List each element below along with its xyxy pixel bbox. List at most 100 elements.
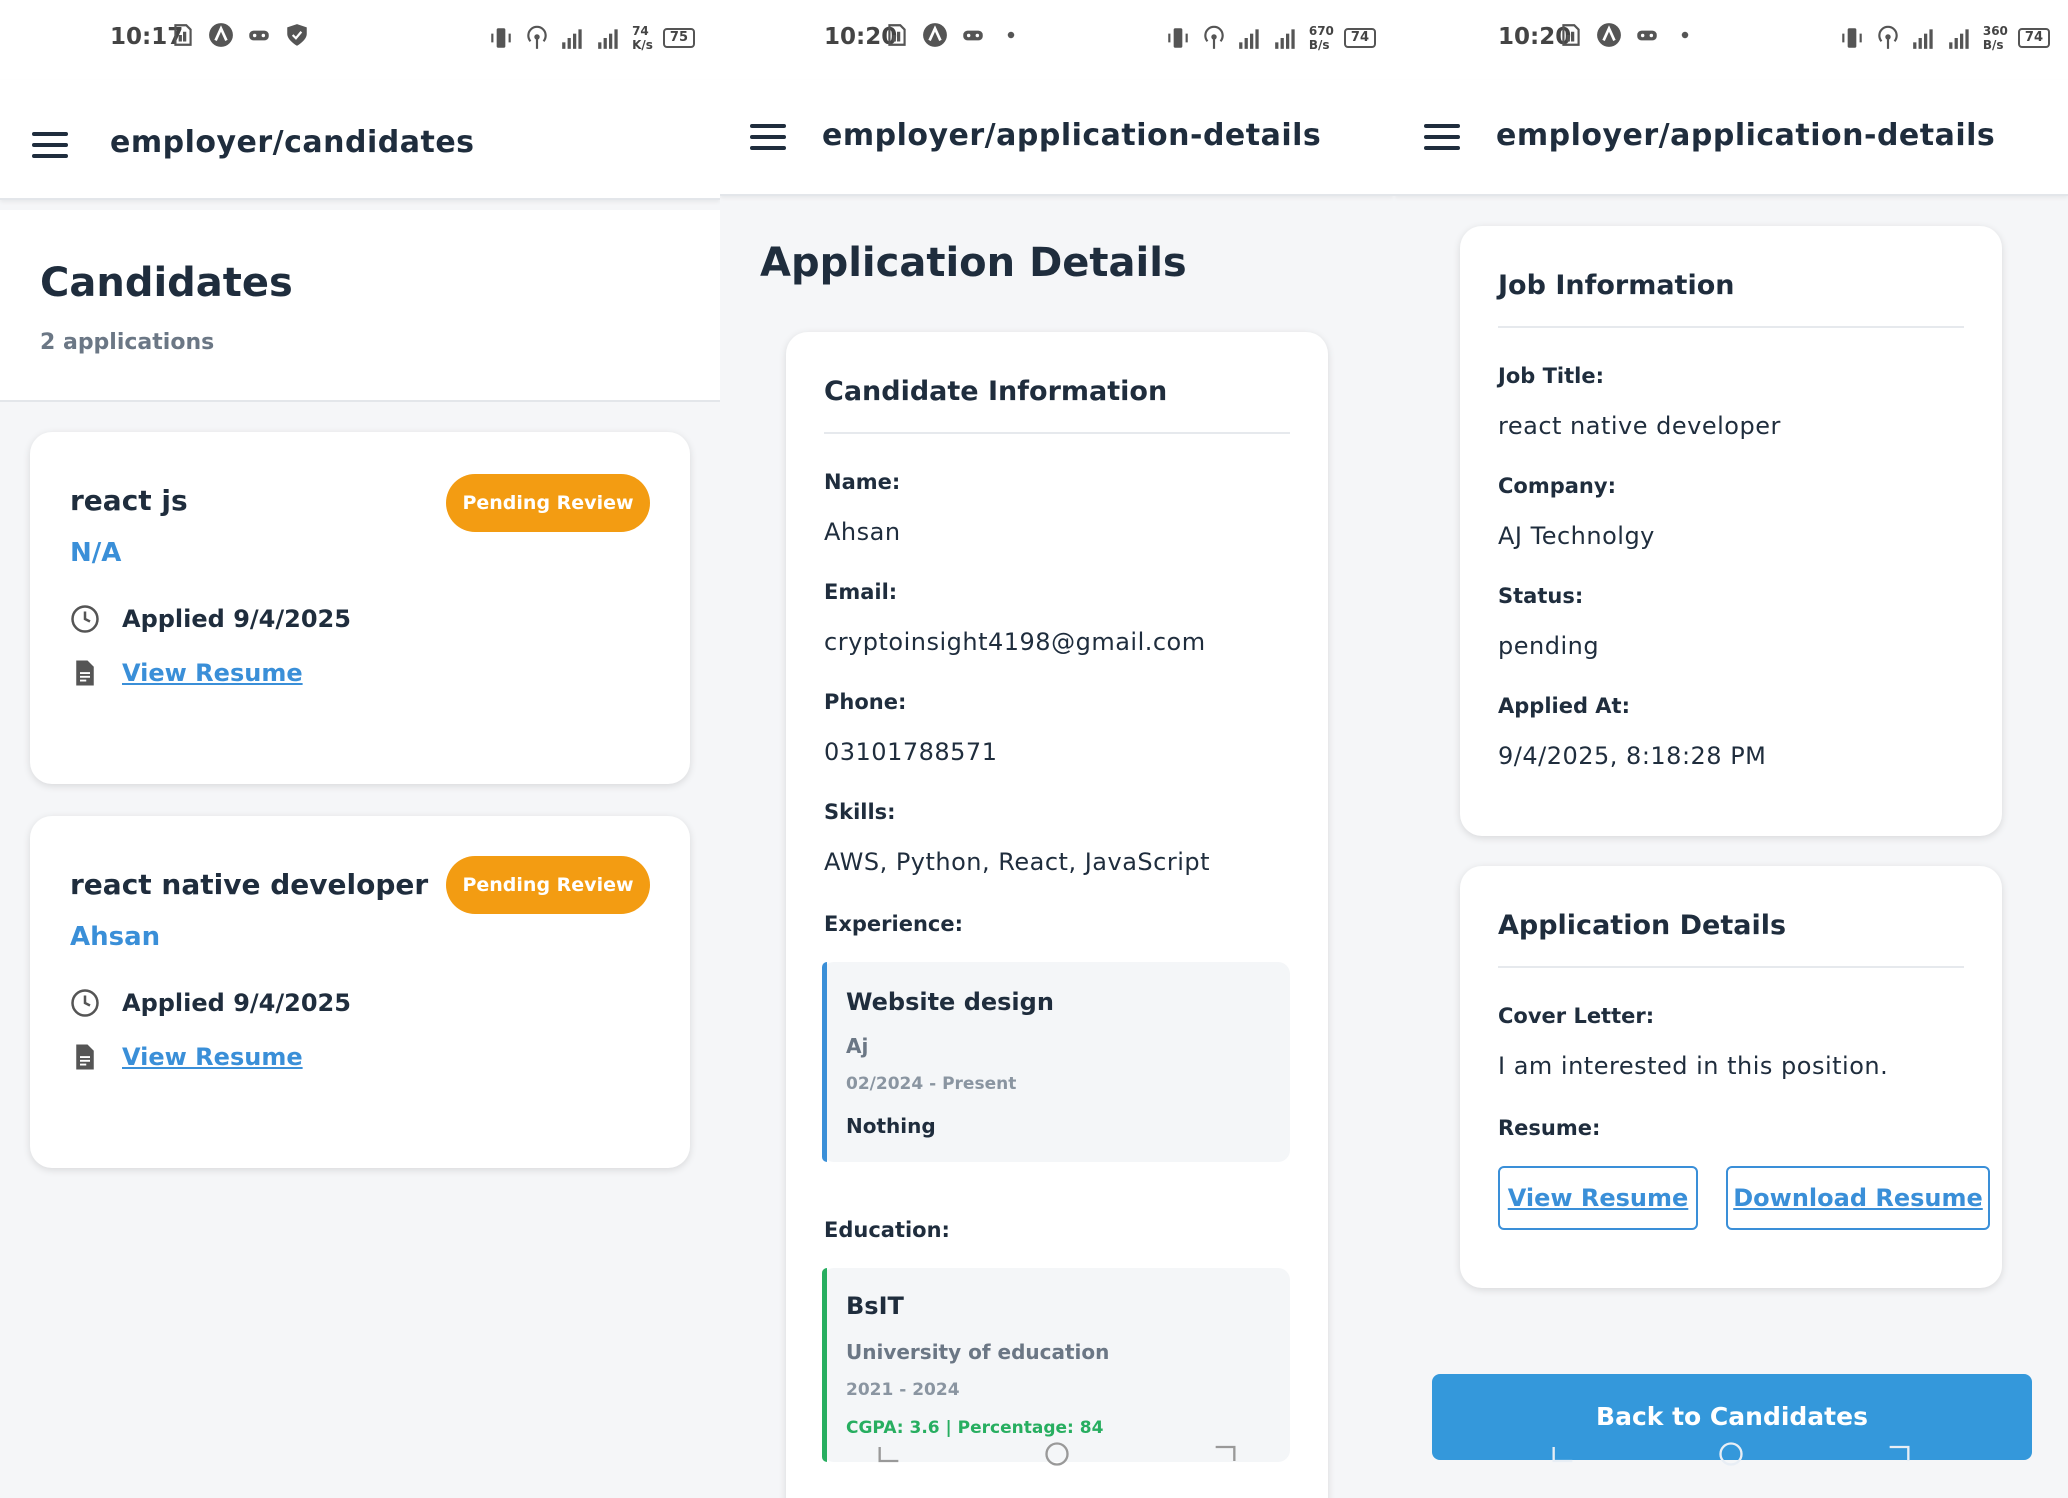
candidate-card[interactable]: react js Pending Review N/A Applied 9/4/… xyxy=(30,432,690,784)
signal-icon xyxy=(1913,29,1933,49)
hotspot-icon xyxy=(1204,25,1224,49)
document-icon xyxy=(76,660,94,686)
experience-label: Experience: xyxy=(824,912,964,936)
view-resume-button[interactable]: View Resume xyxy=(1498,1166,1698,1230)
education-item: BsIT University of education 2021 - 2024… xyxy=(822,1268,1290,1462)
menu-icon[interactable] xyxy=(750,124,786,150)
dot-icon xyxy=(1681,31,1689,39)
home-icon[interactable] xyxy=(1043,1440,1071,1468)
system-nav-bar xyxy=(720,1440,1394,1468)
candidates-header: Candidates 2 applications xyxy=(0,210,720,402)
status-left-icons xyxy=(1558,22,1698,48)
education-years: 2021 - 2024 xyxy=(846,1380,960,1400)
status-bar: 10:20 360 B/s 74 xyxy=(1394,0,2068,80)
applied-row: Applied 9/4/2025 xyxy=(70,988,351,1018)
applied-at-value: 9/4/2025, 8:18:28 PM xyxy=(1498,742,1767,770)
skills-value: AWS, Python, React, JavaScript xyxy=(824,848,1211,876)
company-value: AJ Technolgy xyxy=(1498,522,1655,550)
app-icon xyxy=(209,23,233,47)
hotspot-icon xyxy=(527,25,547,49)
status-value: pending xyxy=(1498,632,1600,660)
view-resume-link[interactable]: View Resume xyxy=(122,1043,303,1071)
applied-row: Applied 9/4/2025 xyxy=(70,604,351,634)
menu-icon[interactable] xyxy=(1424,124,1460,150)
name-value: Ahsan xyxy=(824,518,901,546)
phone-label: Phone: xyxy=(824,690,907,714)
status-bar: 10:17 74 K/s 75 xyxy=(0,0,720,80)
route-title: employer/application-details xyxy=(1496,118,1996,153)
candidate-card[interactable]: react native developer Pending Review Ah… xyxy=(30,816,690,1168)
status-right-icons: 74 K/s 75 xyxy=(488,24,695,52)
status-right-icons: 360 B/s 74 xyxy=(1839,24,2050,52)
divider xyxy=(824,432,1290,434)
divider xyxy=(1498,966,1964,968)
cover-letter-value: I am interested in this position. xyxy=(1498,1052,1889,1080)
status-left-icons xyxy=(884,22,1024,48)
signal-icon xyxy=(562,29,582,49)
section-title: Candidate Information xyxy=(824,376,1168,407)
download-resume-button[interactable]: Download Resume xyxy=(1726,1166,1990,1230)
network-speed: 360 B/s xyxy=(1982,24,2008,52)
app-icon xyxy=(923,23,947,47)
sim-icon xyxy=(1562,24,1580,46)
email-label: Email: xyxy=(824,580,898,604)
status-label: Status: xyxy=(1498,584,1584,608)
page-title: Application Details xyxy=(760,240,1187,286)
sim-icon xyxy=(174,24,192,46)
home-icon[interactable] xyxy=(1717,1440,1745,1468)
signal-icon xyxy=(1239,29,1259,49)
back-icon[interactable] xyxy=(1885,1440,1913,1468)
app-header: employer/candidates xyxy=(0,80,720,200)
phone-value: 03101788571 xyxy=(824,738,998,766)
job-title-label: Job Title: xyxy=(1498,364,1604,388)
job-title-value: react native developer xyxy=(1498,412,1781,440)
app-header: employer/application-details xyxy=(720,80,1394,196)
view-resume-link[interactable]: View Resume xyxy=(122,659,303,687)
signal-icon xyxy=(1949,29,1969,49)
back-icon[interactable] xyxy=(1211,1440,1239,1468)
game-icon xyxy=(963,30,983,41)
battery-icon: 74 xyxy=(1343,28,1376,48)
app-header: employer/application-details xyxy=(1394,80,2068,196)
game-icon xyxy=(1637,30,1657,41)
education-school: University of education xyxy=(846,1340,1110,1364)
recents-icon[interactable] xyxy=(1549,1440,1577,1468)
name-label: Name: xyxy=(824,470,901,494)
status-badge: Pending Review xyxy=(446,474,650,532)
company-label: Company: xyxy=(1498,474,1616,498)
dot-icon xyxy=(1007,31,1015,39)
education-degree: BsIT xyxy=(846,1292,904,1320)
experience-desc: Nothing xyxy=(846,1114,936,1138)
candidate-name: Ahsan xyxy=(70,922,161,952)
candidates-screen: 10:17 74 K/s 75 employer/candidates Cand… xyxy=(0,0,720,1498)
document-icon xyxy=(76,1044,94,1070)
experience-company: Aj xyxy=(846,1034,869,1058)
recents-icon[interactable] xyxy=(875,1440,903,1468)
section-title: Job Information xyxy=(1498,270,1735,301)
section-title: Application Details xyxy=(1498,910,1787,941)
menu-icon[interactable] xyxy=(32,132,68,158)
candidate-info-card: Candidate Information Name: Ahsan Email:… xyxy=(786,332,1328,1498)
experience-item: Website design Aj 02/2024 - Present Noth… xyxy=(822,962,1290,1162)
applied-date: Applied 9/4/2025 xyxy=(122,989,351,1017)
application-details-screen-scrolled: 10:20 360 B/s 74 employer/application-de… xyxy=(1394,0,2068,1498)
job-info-card: Job Information Job Title: react native … xyxy=(1460,226,2002,836)
application-details-card: Application Details Cover Letter: I am i… xyxy=(1460,866,2002,1288)
shield-icon xyxy=(287,24,307,46)
resume-row: View Resume xyxy=(70,1042,303,1072)
vibrate-icon xyxy=(491,28,511,48)
accent-bar xyxy=(822,1268,827,1462)
status-badge: Pending Review xyxy=(446,856,650,914)
clock-icon xyxy=(71,605,99,633)
applied-date: Applied 9/4/2025 xyxy=(122,605,351,633)
signal-icon xyxy=(1275,29,1295,49)
page-title: Candidates xyxy=(40,260,293,306)
education-score: CGPA: 3.6 | Percentage: 84 xyxy=(846,1418,1104,1438)
status-left-icons xyxy=(170,22,310,48)
sim-icon xyxy=(888,24,906,46)
battery-icon: 75 xyxy=(662,28,695,48)
route-title: employer/candidates xyxy=(110,125,475,160)
vibrate-icon xyxy=(1168,28,1188,48)
candidate-name: N/A xyxy=(70,538,122,568)
education-label: Education: xyxy=(824,1218,950,1242)
